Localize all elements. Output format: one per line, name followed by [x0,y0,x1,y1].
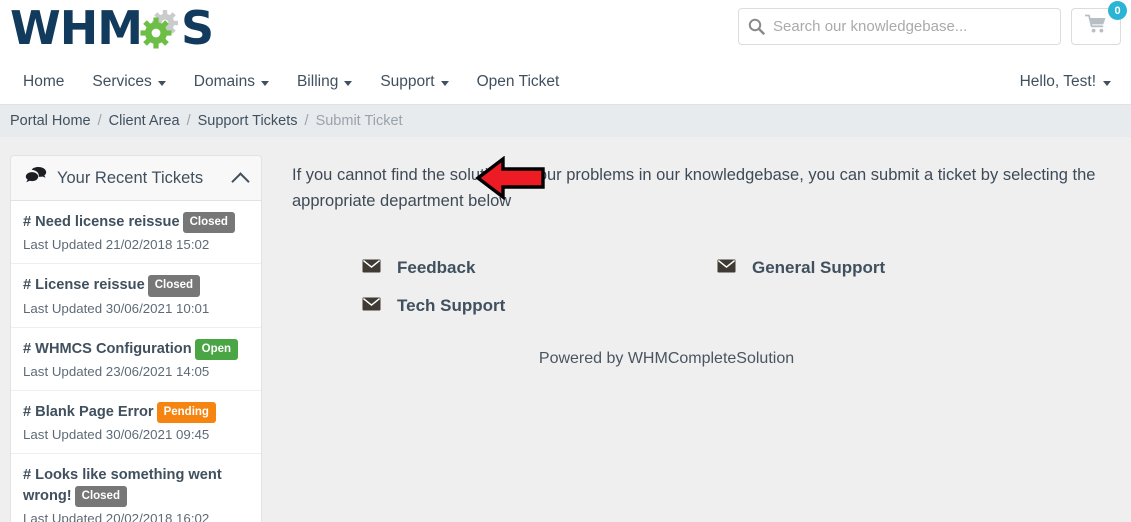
breadcrumb-item-support-tickets[interactable]: Support Tickets [198,113,298,129]
department-label: Feedback [397,258,476,278]
sidebar: Your Recent Tickets # Need license reiss… [0,155,272,522]
department-general-support[interactable]: General Support [717,258,885,278]
ticket-last-updated: Last Updated 21/02/2018 15:02 [23,237,210,253]
breadcrumb-separator: / [304,113,309,129]
page-content: Your Recent Tickets # Need license reiss… [0,137,1131,522]
logo-text-left: WHM [10,1,143,55]
chevron-down-icon [157,80,166,86]
envelope-icon [362,297,381,316]
nav-label: Billing [296,73,339,90]
panel-title: Your Recent Tickets [57,168,204,187]
department-feedback[interactable]: Feedback [362,258,475,278]
ticket-last-updated: Last Updated 23/06/2021 14:05 [23,363,210,379]
shopping-cart-button[interactable]: 0 [1071,1,1127,45]
ticket-status-badge: Closed [182,212,235,234]
ticket-list-item[interactable]: # Looks like something went wrong! Closed… [11,454,261,522]
ticket-title: # Blank Page Error [23,403,154,420]
nav-item-open-ticket[interactable]: Open Ticket [463,73,574,91]
chevron-down-icon [260,80,269,86]
nav-label: Support [380,73,435,90]
nav-item-billing[interactable]: Billing [283,73,366,91]
ticket-title-row: # License reissue Closed [23,275,249,297]
envelope-icon [717,259,736,278]
main-panel: If you cannot find the solution to your … [272,155,1131,522]
ticket-title: # License reissue [23,277,145,294]
account-label: Hello, Test! [1019,73,1096,90]
ticket-status-badge: Pending [156,401,216,424]
ticket-status-badge: Open [194,338,239,360]
footer-powered-by: Powered by WHMCompleteSolution [538,350,795,368]
cart-count-badge: 0 [1108,1,1127,20]
nav-label: Open Ticket [476,73,560,90]
ticket-title-row: # Looks like something went wrong! Closed [23,465,249,508]
chevron-down-icon [440,80,449,86]
envelope-icon [362,259,381,278]
nav-label: Home [23,73,65,90]
department-list: Feedback General Support Tech Support [292,155,1101,316]
breadcrumb-separator: / [186,113,191,129]
breadcrumb-separator: / [97,113,102,129]
breadcrumb-item-client-area[interactable]: Client Area [109,113,180,129]
department-label: Tech Support [397,296,506,316]
breadcrumb-item-submit-ticket: Submit Ticket [315,113,403,129]
chevron-up-icon[interactable] [231,171,250,191]
ticket-title-row: # WHMCS Configuration Open [23,338,249,361]
ticket-list-item[interactable]: # Blank Page Error Pending Last Updated 3… [11,391,261,455]
intro-text: If you cannot find the solution to your … [292,166,1096,210]
nav-label: Domains [193,73,255,90]
recent-tickets-panel: Your Recent Tickets # Need license reiss… [10,155,262,522]
ticket-title: # Need license reissue [23,214,180,230]
breadcrumb-item-portal-home[interactable]: Portal Home [10,113,91,129]
ticket-title: # WHMCS Configuration [23,340,192,357]
department-label: General Support [752,258,886,278]
account-menu[interactable]: Hello, Test! [1020,73,1111,91]
search-input[interactable] [773,18,1060,35]
chevron-down-icon [344,80,353,86]
breadcrumb: Portal Home / Client Area / Support Tick… [0,104,1131,137]
chevron-down-icon [1103,80,1111,86]
whmcs-logo[interactable]: WHM S [10,1,214,55]
ticket-last-updated: Last Updated 20/02/2018 16:02 [23,511,210,522]
logo-text-right: S [181,1,214,55]
knowledgebase-search[interactable] [738,8,1061,45]
ticket-last-updated: Last Updated 30/06/2021 09:45 [23,427,210,443]
ticket-title-row: # Blank Page Error Pending [23,401,249,424]
ticket-status-badge: Closed [147,275,201,297]
ticket-list-item[interactable]: # Need license reissue Closed Last Update… [11,201,261,265]
recent-tickets-panel-header[interactable]: Your Recent Tickets [11,156,261,201]
nav-item-services[interactable]: Services [78,73,179,91]
search-icon [739,18,773,35]
nav-label: Services [92,73,152,90]
ticket-list-item[interactable]: # License reissue Closed Last Updated 30/… [11,264,261,328]
ticket-title-row: # Need license reissue Closed [23,212,249,234]
main-navigation: Home Services Domains Billing Support Op… [0,60,1131,104]
ticket-list-item[interactable]: # WHMCS Configuration Open Last Updated 2… [11,328,261,391]
nav-item-support[interactable]: Support [366,73,462,91]
nav-item-home[interactable]: Home [18,73,78,91]
site-header: WHM S Search our knowledgebase... 0 [0,0,1131,60]
ticket-last-updated: Last Updated 30/06/2021 10:01 [23,300,210,316]
nav-item-domains[interactable]: Domains [180,73,283,91]
comments-icon [25,167,47,189]
ticket-status-badge: Closed [74,486,127,508]
department-tech-support[interactable]: Tech Support [362,296,505,316]
shopping-cart-icon [1084,14,1107,39]
logo-gear-icon [139,8,183,52]
